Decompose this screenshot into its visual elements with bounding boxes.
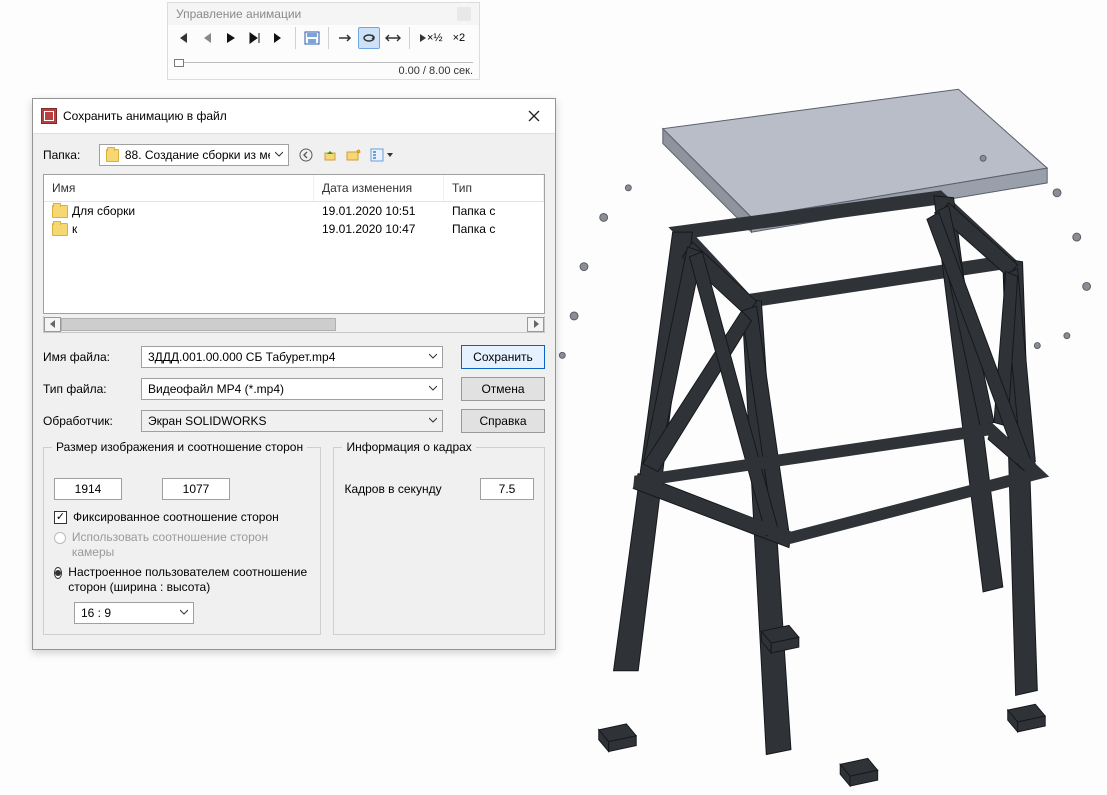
folder-icon	[106, 149, 119, 162]
filetype-dropdown[interactable]: Видеофайл MP4 (*.mp4)	[141, 378, 443, 400]
fixed-aspect-checkbox[interactable]: Фиксированное соотношение сторон	[54, 510, 310, 526]
chevron-down-icon	[179, 607, 189, 619]
filename-input[interactable]: 3ДДД.001.00.000 СБ Табурет.mp4	[141, 346, 443, 368]
filetype-label: Тип файла:	[43, 382, 135, 396]
col-date[interactable]: Дата изменения	[314, 175, 444, 201]
go-end-icon[interactable]	[268, 27, 290, 49]
app-icon	[41, 108, 57, 124]
horizontal-scrollbar[interactable]	[43, 316, 545, 333]
animation-time-text: 0.00 / 8.00 сек.	[168, 65, 479, 79]
filetype-value: Видеофайл MP4 (*.mp4)	[148, 382, 284, 396]
frame-info-legend: Информация о кадрах	[342, 440, 475, 454]
file-type: Папка с	[452, 222, 536, 236]
up-folder-icon[interactable]	[319, 144, 341, 166]
speed-double-button[interactable]: ×2	[449, 27, 470, 49]
radio-icon	[54, 532, 66, 544]
pingpong-icon[interactable]	[382, 27, 404, 49]
animation-slider[interactable]	[174, 51, 473, 65]
height-input[interactable]: 1077	[162, 478, 230, 500]
dialog-titlebar: Сохранить анимацию в файл	[33, 99, 555, 134]
checkbox-icon	[54, 511, 67, 524]
speed-double-label: ×2	[453, 32, 466, 44]
col-name[interactable]: Имя	[44, 175, 314, 201]
renderer-label: Обработчик:	[43, 414, 135, 428]
file-name: Для сборки	[72, 204, 135, 218]
animation-controller-title: Управление анимации	[168, 3, 479, 25]
image-size-group: Размер изображения и соотношение сторон …	[43, 447, 321, 635]
loop-icon[interactable]	[358, 27, 380, 49]
filename-value: 3ДДД.001.00.000 СБ Табурет.mp4	[148, 350, 335, 364]
custom-aspect-radio[interactable]: Настроенное пользователем соотношение ст…	[54, 565, 310, 596]
renderer-dropdown[interactable]: Экран SOLIDWORKS	[141, 410, 443, 432]
file-date: 19.01.2020 10:47	[322, 222, 452, 236]
back-icon[interactable]	[295, 144, 317, 166]
fps-input[interactable]: 7.5	[480, 478, 534, 500]
leg-feet	[599, 625, 1045, 786]
file-list: Имя Дата изменения Тип Для сборки 19.01.…	[43, 174, 545, 314]
image-size-legend: Размер изображения и соотношение сторон	[52, 440, 307, 454]
cancel-button[interactable]: Отмена	[461, 377, 545, 401]
folder-dropdown[interactable]: 88. Создание сборки из металлок	[99, 144, 289, 166]
play-icon[interactable]	[220, 27, 242, 49]
frame-info-group: Информация о кадрах Кадров в секунду 7.5	[333, 447, 545, 635]
file-date: 19.01.2020 10:51	[322, 204, 452, 218]
aspect-dropdown[interactable]: 16 : 9	[74, 602, 194, 624]
file-list-header: Имя Дата изменения Тип	[44, 175, 544, 202]
radio-icon	[54, 567, 62, 579]
new-folder-icon[interactable]	[343, 144, 365, 166]
go-start-icon[interactable]	[172, 27, 194, 49]
list-item[interactable]: к 19.01.2020 10:47 Папка с	[44, 220, 544, 238]
save-animation-icon[interactable]	[301, 27, 323, 49]
renderer-value: Экран SOLIDWORKS	[148, 414, 267, 428]
chevron-down-icon	[274, 149, 284, 161]
step-back-icon[interactable]	[196, 27, 218, 49]
minimize-icon[interactable]	[457, 7, 471, 21]
aspect-value: 16 : 9	[81, 606, 111, 620]
play-once-icon[interactable]	[334, 27, 356, 49]
camera-aspect-radio: Использовать соотношение сторон камеры	[54, 530, 310, 561]
speed-half-label: ×½	[427, 32, 443, 44]
step-forward-icon[interactable]	[244, 27, 266, 49]
chevron-down-icon	[428, 383, 438, 395]
folder-icon	[52, 223, 68, 236]
list-item[interactable]: Для сборки 19.01.2020 10:51 Папка с	[44, 202, 544, 220]
folder-nav-icons	[295, 144, 397, 166]
stool-frame	[614, 196, 1038, 755]
chevron-down-icon	[428, 415, 438, 427]
speed-half-button[interactable]: ×½	[415, 27, 447, 49]
view-menu-icon[interactable]	[367, 144, 397, 166]
dialog-title: Сохранить анимацию в файл	[63, 109, 519, 123]
file-name: к	[72, 222, 77, 236]
animation-controller: Управление анимации ×½ ×2 0.00 / 8.00 се…	[167, 2, 480, 80]
col-type[interactable]: Тип	[444, 175, 544, 201]
filename-label: Имя файла:	[43, 350, 135, 364]
help-button[interactable]: Справка	[461, 409, 545, 433]
folder-icon	[52, 205, 68, 218]
save-animation-dialog: Сохранить анимацию в файл Папка: 88. Соз…	[32, 98, 556, 650]
scroll-left-icon[interactable]	[44, 317, 61, 332]
animation-controller-title-text: Управление анимации	[176, 7, 301, 21]
folder-label: Папка:	[43, 148, 93, 162]
folder-value: 88. Создание сборки из металлок	[125, 148, 270, 162]
animation-toolbar: ×½ ×2	[168, 25, 479, 51]
save-button[interactable]: Сохранить	[461, 345, 545, 369]
fps-label: Кадров в секунду	[344, 482, 441, 496]
width-input[interactable]: 1914	[54, 478, 122, 500]
file-type: Папка с	[452, 204, 536, 218]
chevron-down-icon	[428, 351, 438, 363]
3d-viewport[interactable]	[540, 40, 1101, 789]
